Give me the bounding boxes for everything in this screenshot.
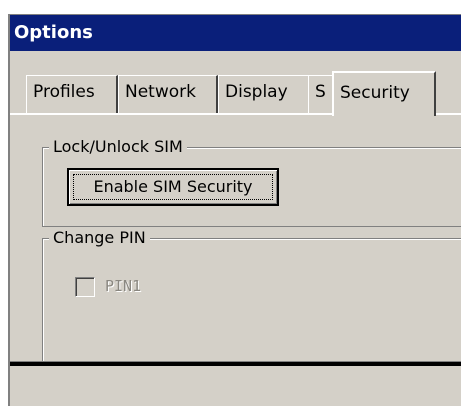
- window-title: Options: [14, 22, 93, 43]
- lock-unlock-sim-title: Lock/Unlock SIM: [49, 136, 187, 158]
- lock-unlock-sim-group: Lock/Unlock SIM Enable SIM Security: [42, 136, 461, 227]
- panel-bottom-edge: [10, 361, 461, 366]
- title-bar: Options: [10, 15, 461, 51]
- tab-network[interactable]: Network: [118, 75, 218, 113]
- enable-sim-security-button[interactable]: Enable SIM Security: [67, 168, 279, 206]
- options-window: Options Profiles Network Display S Secur…: [8, 14, 461, 406]
- pin1-checkbox[interactable]: [75, 277, 95, 297]
- enable-sim-security-label: Enable SIM Security: [93, 177, 253, 196]
- pin1-label: PIN1: [105, 277, 142, 295]
- security-panel: Lock/Unlock SIM Enable SIM Security Chan…: [10, 113, 461, 363]
- change-pin-group: Change PIN PIN1: [42, 227, 461, 363]
- tab-security-selected[interactable]: Security: [332, 71, 436, 116]
- tab-profiles[interactable]: Profiles: [26, 75, 118, 113]
- change-pin-title: Change PIN: [49, 227, 150, 249]
- tab-display[interactable]: Display: [218, 75, 310, 113]
